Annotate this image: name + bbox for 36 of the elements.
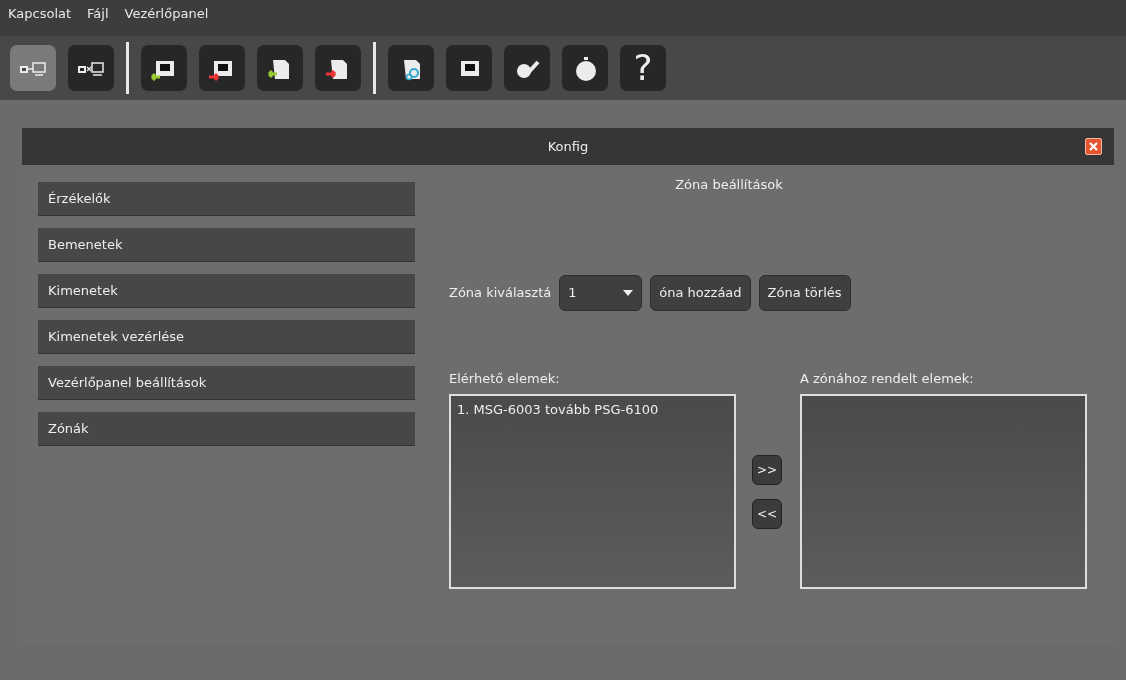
zone-button[interactable]: óna hozzáad [650,274,751,311]
dialog-title: Konfig [547,137,589,156]
list-item[interactable]: 1. MSG-6003 tovább PSG-6100 [457,400,728,420]
menu-item[interactable]: Vezérlőpanel [124,4,209,36]
close-icon [1088,141,1099,152]
menu-item[interactable]: Kapcsolat [8,4,72,36]
sidebar-item[interactable]: Zónák [38,412,415,446]
toolbar-button[interactable] [446,45,492,91]
toolbar-button[interactable] [10,45,56,91]
available-list[interactable]: 1. MSG-6003 tovább PSG-6100 [449,394,736,589]
move-button[interactable]: << [752,498,782,529]
move-button[interactable]: >> [752,454,782,485]
toolbar-button[interactable] [257,45,303,91]
toolbar-button[interactable] [388,45,434,91]
close-button[interactable] [1085,138,1102,155]
toolbar-button[interactable] [504,45,550,91]
list-label: Elérhető elemek: [449,369,561,388]
toolbar-button[interactable] [315,45,361,91]
menu-item[interactable]: Fájl [87,4,109,36]
toolbar-button[interactable] [199,45,245,91]
sidebar-item[interactable]: Érzékelők [38,182,415,216]
toolbar-button[interactable] [68,45,114,91]
field-label: Zóna kiválasztá [449,283,552,302]
zone-button[interactable]: Zóna törlés [758,274,851,311]
section-title: Zóna beállítások [674,176,784,194]
sidebar-item[interactable]: Bemenetek [38,228,415,262]
sidebar-item[interactable]: Kimenetek [38,274,415,308]
caret-icon [623,289,634,296]
sidebar-item[interactable]: Vezérlőpanel beállítások [38,366,415,400]
assigned-list[interactable] [800,394,1087,589]
toolbar-button[interactable] [562,45,608,91]
sidebar-item[interactable]: Kimenetek vezérlése [38,320,415,354]
help-button[interactable]: ? [620,45,666,91]
toolbar-button[interactable] [141,45,187,91]
list-label: A zónához rendelt elemek: [800,369,975,388]
zone-dropdown[interactable]: 1 [559,274,643,311]
